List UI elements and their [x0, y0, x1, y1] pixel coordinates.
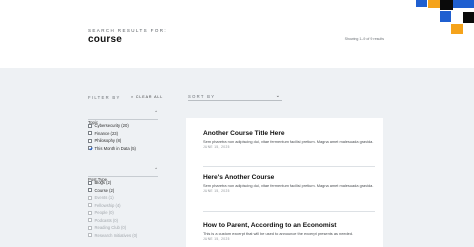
filter-option-label: This Month in Data (5)	[94, 145, 136, 151]
decorative-block	[428, 0, 440, 8]
filter-by-label: FILTER BY	[88, 95, 121, 100]
filter-option-label: Cybersecurity (20)	[94, 123, 129, 129]
checkbox-disabled	[88, 203, 92, 208]
divider	[203, 211, 375, 212]
search-term: course	[88, 34, 122, 45]
filter-option-label: Fellowship (4)	[94, 202, 121, 208]
filter-option-podcasts: Podcasts (0)	[88, 217, 158, 225]
checkbox-disabled	[88, 195, 92, 200]
clear-all-button[interactable]: × CLEAR ALL	[131, 95, 163, 99]
filter-option-label: Research Initiatives (0)	[94, 232, 138, 238]
filter-option-label: People (0)	[94, 210, 114, 216]
results-count: Showing 1–9 of 9 results	[344, 37, 384, 41]
result-date: JUNE 15, 2025	[203, 237, 230, 241]
filter-group-topic-toggle[interactable]: Topic ⌃	[88, 110, 158, 125]
sort-by-select[interactable]: SORT BY ⌄	[188, 93, 282, 101]
result-date: JUNE 15, 2025	[203, 145, 230, 149]
filter-option-course[interactable]: Course (2)	[88, 187, 158, 195]
checkbox-disabled	[88, 210, 92, 215]
filter-option-research-initiatives: Research Initiatives (0)	[88, 232, 158, 240]
decorative-block	[440, 0, 453, 10]
result-title[interactable]: Another Course Title Here	[203, 130, 375, 137]
decorative-block	[440, 11, 451, 22]
filter-group-topic: Topic ⌃ Cybersecurity (20) Finance (23) …	[88, 110, 158, 153]
result-excerpt: This is a custom excerpt that will be us…	[203, 231, 354, 236]
chevron-up-icon: ⌃	[154, 110, 158, 115]
result-excerpt: Sem pharetra non adipiscing dui, vitae f…	[203, 183, 374, 188]
checkbox-disabled	[88, 225, 92, 230]
result-title[interactable]: How to Parent, According to an Economist	[203, 222, 375, 229]
filter-option-fellowship: Fellowship (4)	[88, 202, 158, 210]
checkbox[interactable]	[88, 131, 92, 136]
chevron-down-icon: ⌄	[275, 93, 280, 99]
filter-option-philosophy[interactable]: Philosophy (8)	[88, 137, 158, 145]
checkbox-checked[interactable]	[88, 146, 92, 151]
result-item[interactable]: How to Parent, According to an Economist…	[203, 222, 375, 241]
chevron-up-icon: ⌃	[154, 167, 158, 172]
result-title[interactable]: Here's Another Course	[203, 174, 375, 181]
filter-option-people: People (0)	[88, 209, 158, 217]
filter-option-label: Philosophy (8)	[94, 138, 122, 144]
result-item[interactable]: Another Course Title Here Sem pharetra n…	[203, 130, 375, 149]
checkbox[interactable]	[88, 123, 92, 128]
result-excerpt: Sem pharetra non adipiscing dui, vitae f…	[203, 139, 374, 144]
filter-option-cybersecurity[interactable]: Cybersecurity (20)	[88, 122, 158, 130]
filter-option-reading-club: Reading Club (0)	[88, 224, 158, 232]
checkbox-disabled	[88, 218, 92, 223]
search-results-label: SEARCH RESULTS FOR:	[88, 28, 168, 33]
decorative-block	[451, 24, 463, 34]
filter-group-post-type-toggle[interactable]: Post Type ⌃	[88, 167, 158, 182]
result-date: JUNE 15, 2025	[203, 189, 230, 193]
sort-by-label: SORT BY	[188, 94, 216, 99]
filter-option-label: Course (2)	[94, 187, 115, 193]
filter-option-this-month-in-data[interactable]: This Month in Data (5)	[88, 145, 158, 153]
checkbox-disabled	[88, 233, 92, 238]
filter-option-finance[interactable]: Finance (23)	[88, 130, 158, 138]
filter-option-label: Events (1)	[94, 195, 114, 201]
result-item[interactable]: Here's Another Course Sem pharetra non a…	[203, 174, 375, 193]
filter-option-label: Podcasts (0)	[94, 217, 119, 223]
decorative-block	[416, 0, 427, 7]
divider	[203, 166, 375, 167]
page-header: SEARCH RESULTS FOR: course Showing 1–9 o…	[0, 0, 474, 68]
filter-option-label: Reading Club (0)	[94, 225, 127, 231]
decorative-block	[453, 0, 474, 8]
checkbox[interactable]	[88, 188, 92, 193]
divider	[88, 119, 158, 120]
checkbox[interactable]	[88, 180, 92, 185]
filter-option-events: Events (1)	[88, 194, 158, 202]
checkbox[interactable]	[88, 138, 92, 143]
filter-option-label: Finance (23)	[94, 130, 119, 136]
results-card: Another Course Title Here Sem pharetra n…	[186, 118, 383, 247]
decorative-block	[463, 12, 474, 23]
filter-group-post-type: Post Type ⌃ Blogs (2) Course (2) Events …	[88, 167, 158, 240]
